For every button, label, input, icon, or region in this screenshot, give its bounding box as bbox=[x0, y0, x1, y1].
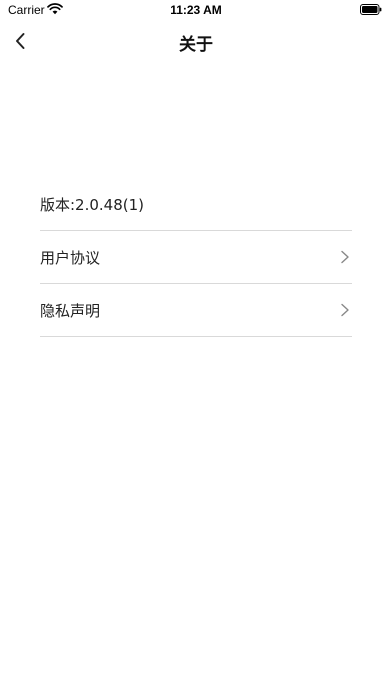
navigation-bar: 关于 bbox=[0, 22, 392, 60]
privacy-statement-label: 隐私声明 bbox=[40, 301, 101, 320]
status-bar: Carrier 11:23 AM bbox=[0, 0, 392, 22]
status-time: 11:23 AM bbox=[170, 3, 222, 17]
chevron-right-icon bbox=[341, 250, 349, 264]
battery-icon bbox=[360, 4, 382, 15]
about-list: 版本:2.0.48(1) 用户协议 隐私声明 bbox=[40, 178, 352, 337]
privacy-statement-row[interactable]: 隐私声明 bbox=[40, 284, 352, 337]
version-label: 版本:2.0.48(1) bbox=[40, 195, 145, 214]
page-title: 关于 bbox=[179, 35, 213, 55]
user-agreement-row[interactable]: 用户协议 bbox=[40, 231, 352, 284]
chevron-right-icon bbox=[341, 303, 349, 317]
version-row: 版本:2.0.48(1) bbox=[40, 178, 352, 231]
user-agreement-label: 用户协议 bbox=[40, 248, 101, 267]
